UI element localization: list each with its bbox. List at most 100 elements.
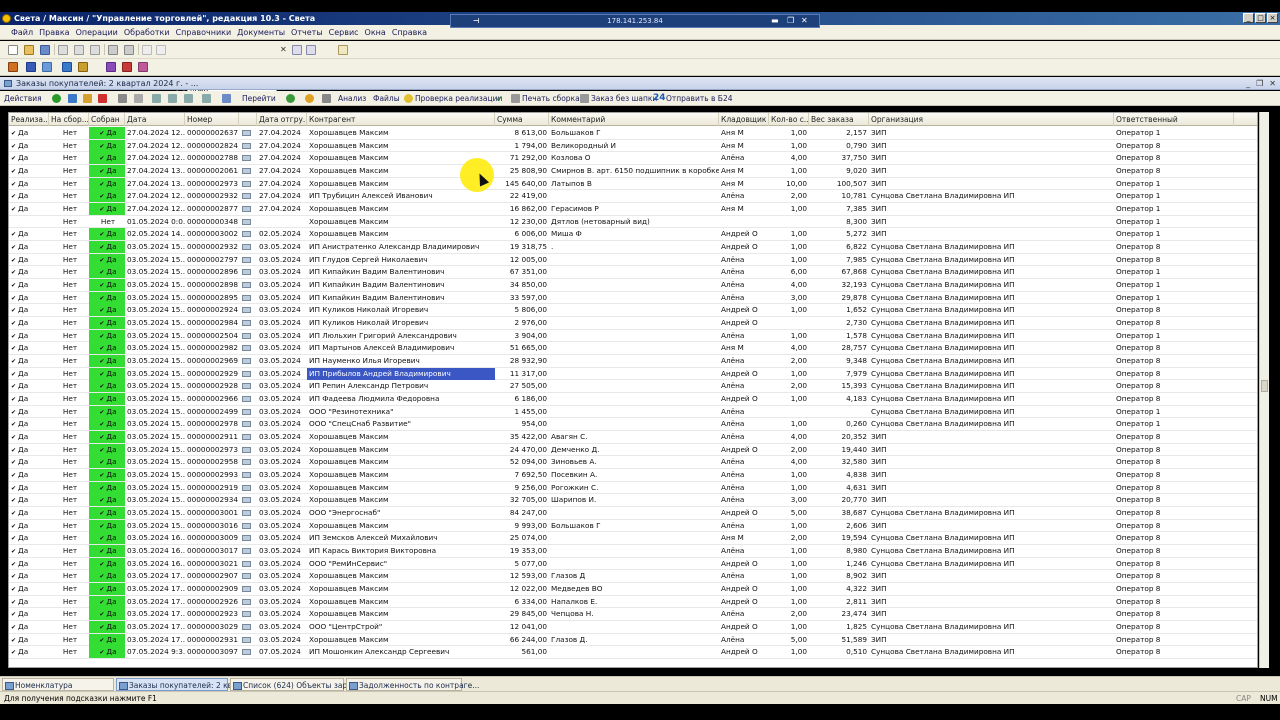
- table-cell[interactable]: 1,00: [769, 241, 809, 253]
- table-cell[interactable]: Да: [89, 519, 125, 532]
- table-cell[interactable]: 27.04.2024 12...: [125, 203, 185, 215]
- table-cell[interactable]: 00000002978: [185, 418, 239, 430]
- help-icon[interactable]: [305, 94, 314, 103]
- table-cell[interactable]: 35 422,00: [495, 431, 549, 443]
- table-cell[interactable]: Сунцова Светлана Владимировна ИП: [869, 418, 1114, 430]
- table-cell[interactable]: Оператор 8: [1114, 355, 1234, 367]
- table-cell[interactable]: Алёна: [719, 431, 769, 443]
- paste-icon[interactable]: [90, 45, 100, 55]
- warehouse-icon[interactable]: [122, 62, 132, 72]
- table-cell[interactable]: 00000002966: [185, 393, 239, 405]
- table-cell[interactable]: Нет: [89, 216, 125, 228]
- table-cell[interactable]: [549, 279, 719, 291]
- table-cell[interactable]: Алёна: [719, 482, 769, 494]
- table-cell[interactable]: 6,00: [769, 266, 809, 278]
- edit-icon[interactable]: [83, 94, 92, 103]
- goto-menu[interactable]: Перейти: [242, 91, 276, 106]
- menu-operations[interactable]: Операции: [73, 25, 121, 39]
- table-cell[interactable]: 00000003017: [185, 545, 239, 557]
- table-cell[interactable]: Сунцова Светлана Владимировна ИП: [869, 380, 1114, 392]
- table-cell[interactable]: 27.04.2024 13...: [125, 165, 185, 177]
- table-cell[interactable]: 27.04.2024 12...: [125, 152, 185, 164]
- table-cell[interactable]: 5,272: [809, 228, 869, 240]
- table-cell[interactable]: Да: [89, 367, 125, 380]
- table-cell[interactable]: 28 932,90: [495, 355, 549, 367]
- table-cell[interactable]: Да: [9, 292, 49, 304]
- table-cell[interactable]: Да: [89, 557, 125, 570]
- table-cell[interactable]: ЗИП: [869, 165, 1114, 177]
- unpost-icon[interactable]: [134, 94, 143, 103]
- table-cell[interactable]: Оператор 8: [1114, 469, 1234, 481]
- table-cell[interactable]: Хорошавцев Максим: [307, 456, 495, 468]
- table-cell[interactable]: 00000000348: [185, 216, 239, 228]
- table-cell[interactable]: Аня М: [719, 342, 769, 354]
- table-row[interactable]: ДаНетДа03.05.2024 17...0000000290703.05.…: [9, 570, 1257, 584]
- task-customer-orders[interactable]: Заказы покупателей: 2 ква...: [116, 678, 244, 691]
- table-cell[interactable]: ИП Глудов Сергей Николаевич: [307, 254, 495, 266]
- table-cell[interactable]: Сунцова Светлана Владимировна ИП: [869, 279, 1114, 291]
- table-row[interactable]: ДаНетДа03.05.2024 15...0000000292803.05.…: [9, 380, 1257, 394]
- table-cell[interactable]: ИП Репин Александр Петрович: [307, 380, 495, 392]
- table-cell[interactable]: 00000002931: [185, 634, 239, 646]
- table-cell[interactable]: 9,020: [809, 165, 869, 177]
- table-cell[interactable]: Нет: [49, 469, 89, 481]
- table-cell[interactable]: Оператор 8: [1114, 368, 1234, 380]
- table-cell[interactable]: Хорошавцев Максим: [307, 203, 495, 215]
- table-cell[interactable]: Алёна: [719, 152, 769, 164]
- table-cell[interactable]: Сунцова Светлана Владимировна ИП: [869, 368, 1114, 380]
- table-cell[interactable]: 07.05.2024: [257, 646, 307, 658]
- undo-icon[interactable]: [142, 45, 152, 55]
- table-cell[interactable]: ООО "Энергоснаб": [307, 507, 495, 519]
- table-row[interactable]: ДаНетДа03.05.2024 15...0000000298203.05.…: [9, 342, 1257, 356]
- table-cell[interactable]: Шарипов И.: [549, 494, 719, 506]
- table-cell[interactable]: 6 006,00: [495, 228, 549, 240]
- table-cell[interactable]: 03.05.2024 16...: [125, 545, 185, 557]
- table-cell[interactable]: Оператор 8: [1114, 317, 1234, 329]
- table-cell[interactable]: Хорошавцев Максим: [307, 583, 495, 595]
- table-cell[interactable]: 03.05.2024 15...: [125, 317, 185, 329]
- table-cell[interactable]: [549, 342, 719, 354]
- table-cell[interactable]: ЗИП: [869, 431, 1114, 443]
- table-cell[interactable]: 2,00: [769, 608, 809, 620]
- table-cell[interactable]: Аня М: [719, 178, 769, 190]
- table-cell[interactable]: ООО "ЦентрСтрой": [307, 621, 495, 633]
- table-cell[interactable]: Да: [9, 482, 49, 494]
- table-cell[interactable]: Да: [89, 595, 125, 608]
- table-cell[interactable]: 1,00: [769, 165, 809, 177]
- table-cell[interactable]: Оператор 8: [1114, 583, 1234, 595]
- table-cell[interactable]: 7,979: [809, 368, 869, 380]
- table-cell[interactable]: Да: [9, 152, 49, 164]
- table-cell[interactable]: Оператор 1: [1114, 279, 1234, 291]
- table-cell[interactable]: ИП Куликов Николай Игоревич: [307, 317, 495, 329]
- table-cell[interactable]: 8,300: [809, 216, 869, 228]
- cut-icon[interactable]: [58, 45, 68, 55]
- table-cell[interactable]: Оператор 8: [1114, 152, 1234, 164]
- table-cell[interactable]: Да: [9, 342, 49, 354]
- table-cell[interactable]: 84 247,00: [495, 507, 549, 519]
- table-cell[interactable]: Нет: [49, 279, 89, 291]
- table-cell[interactable]: 03.05.2024: [257, 406, 307, 418]
- table-cell[interactable]: Миша Ф: [549, 228, 719, 240]
- table-cell[interactable]: Нет: [49, 634, 89, 646]
- table-cell[interactable]: Алёна: [719, 634, 769, 646]
- table-cell[interactable]: 38,687: [809, 507, 869, 519]
- table-cell[interactable]: ЗИП: [869, 140, 1114, 152]
- table-cell[interactable]: 1,00: [769, 570, 809, 582]
- vertical-scrollbar[interactable]: [1259, 112, 1269, 668]
- table-cell[interactable]: Алёна: [719, 608, 769, 620]
- table-cell[interactable]: 03.05.2024 17...: [125, 608, 185, 620]
- table-cell[interactable]: 00000002993: [185, 469, 239, 481]
- table-cell[interactable]: Оператор 8: [1114, 482, 1234, 494]
- table-cell[interactable]: ЗИП: [869, 152, 1114, 164]
- table-cell[interactable]: 03.05.2024: [257, 456, 307, 468]
- table-cell[interactable]: 00000003016: [185, 520, 239, 532]
- column-header-13[interactable]: Организация: [869, 113, 1114, 126]
- table-cell[interactable]: Оператор 8: [1114, 456, 1234, 468]
- task-objects-list[interactable]: Список (624) Объекты заре...: [230, 678, 359, 691]
- pin-icon[interactable]: ⊣: [473, 15, 479, 27]
- table-cell[interactable]: 00000002911: [185, 431, 239, 443]
- column-header-12[interactable]: Вес заказа: [809, 113, 869, 126]
- table-cell[interactable]: 03.05.2024: [257, 342, 307, 354]
- table-row[interactable]: ДаНетДа03.05.2024 15...0000000296903.05.…: [9, 355, 1257, 368]
- table-cell[interactable]: 4,00: [769, 431, 809, 443]
